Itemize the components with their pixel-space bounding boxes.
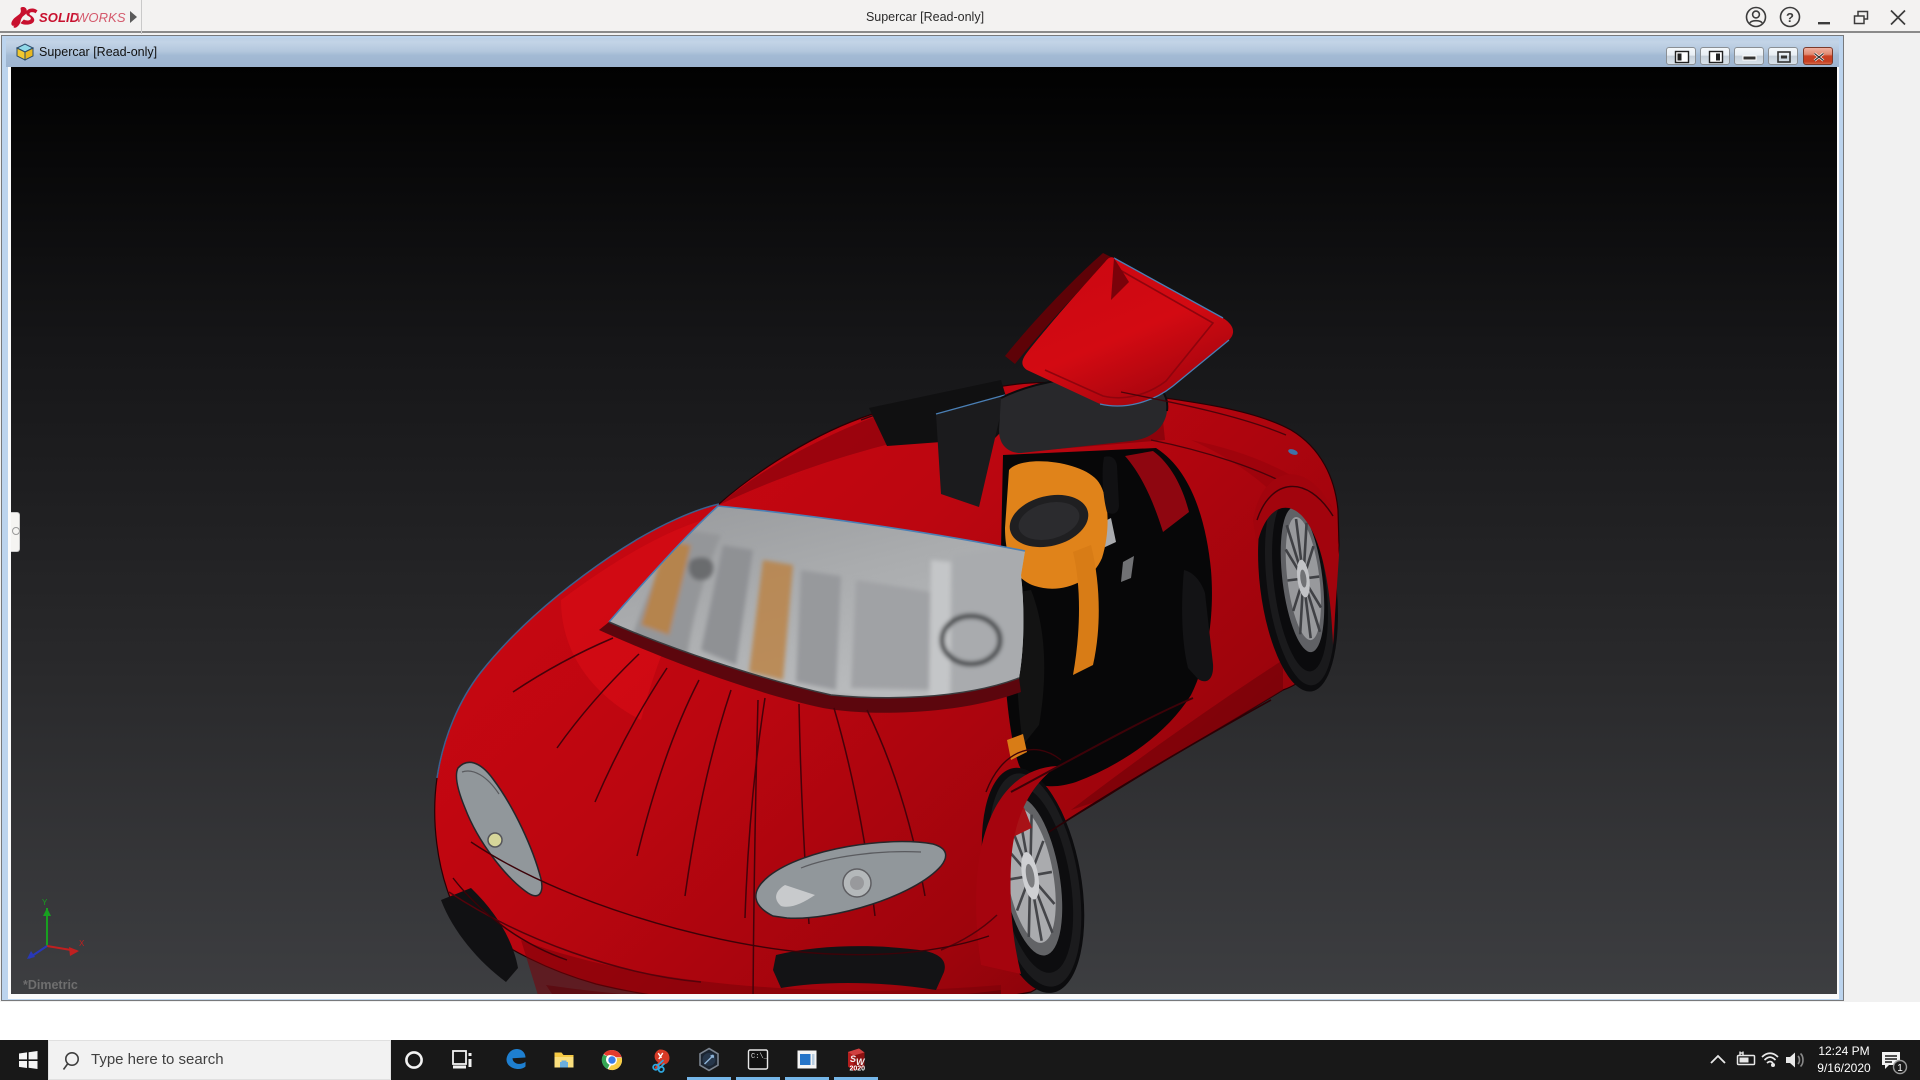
svg-text:Y: Y: [42, 898, 48, 907]
svg-text:C:\_: C:\_: [751, 1053, 769, 1061]
svg-text:2020: 2020: [850, 1066, 866, 1073]
svg-text:X: X: [79, 939, 85, 948]
svg-text:1: 1: [1897, 1063, 1903, 1074]
svg-text:*Dimetric: *Dimetric: [23, 978, 78, 992]
svg-text:?: ?: [1786, 10, 1794, 25]
